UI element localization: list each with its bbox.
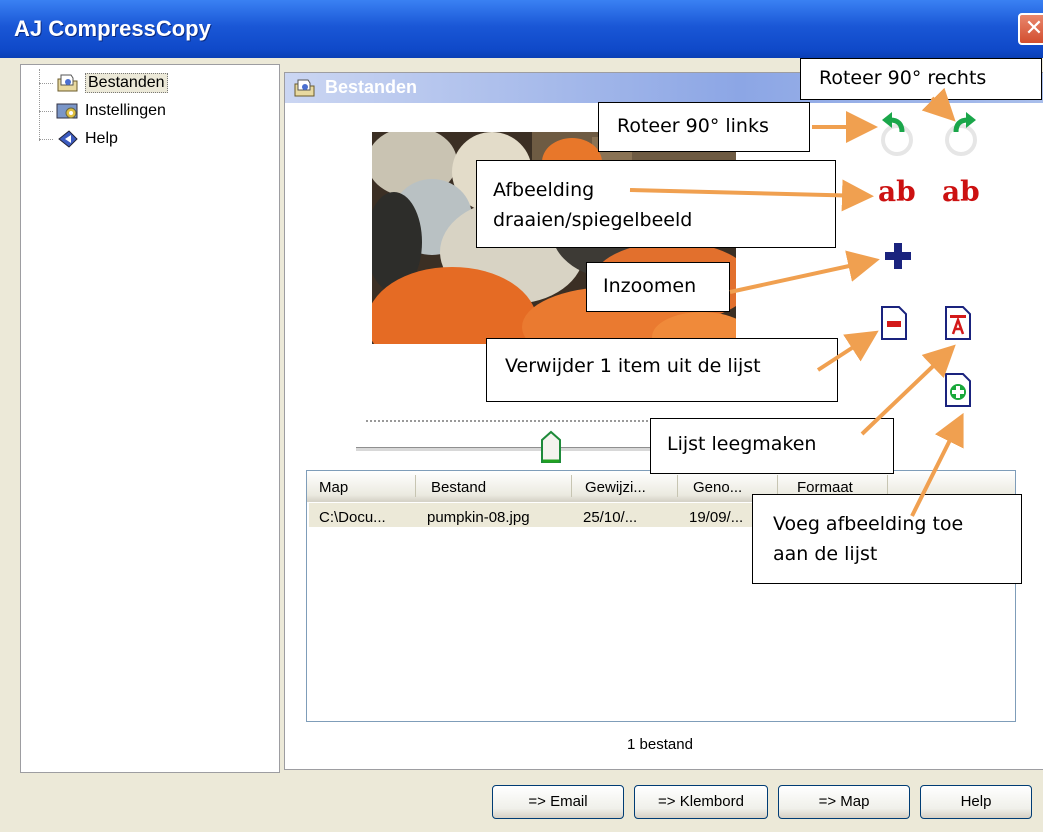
column-gewijzigd[interactable]: Gewijzi...: [585, 479, 646, 496]
callout-text: Lijst leegmaken: [667, 433, 817, 455]
status-text: 1 bestand: [627, 736, 693, 753]
column-divider[interactable]: [571, 475, 572, 497]
tree-item-help[interactable]: Help: [55, 129, 118, 149]
settings-icon: [55, 101, 81, 121]
zoom-slider-thumb[interactable]: [540, 430, 562, 464]
rotate-right-icon[interactable]: [944, 110, 978, 160]
help-icon: [55, 129, 81, 149]
callout-clear: Lijst leegmaken: [650, 418, 894, 474]
files-icon: [55, 73, 81, 93]
clipboard-button[interactable]: => Klembord: [634, 785, 768, 819]
callout-zoom: Inzoomen: [586, 262, 730, 312]
tree-item-instellingen[interactable]: Instellingen: [55, 101, 166, 121]
callout-text: Voeg afbeelding toe: [773, 513, 964, 535]
navigation-tree: Bestanden Instellingen Help: [20, 64, 280, 773]
close-button[interactable]: ✕: [1018, 13, 1043, 45]
tree-connector: [39, 83, 53, 84]
zoom-slider-ticks: [366, 420, 656, 428]
callout-flip: Afbeelding draaien/spiegelbeeld: [476, 160, 836, 248]
tree-connector: [39, 111, 53, 112]
tree-item-label: Instellingen: [85, 102, 166, 119]
tree-item-bestanden[interactable]: Bestanden: [55, 73, 168, 93]
window-title: AJ CompressCopy: [14, 16, 211, 41]
tree-item-label: Bestanden: [85, 73, 168, 93]
callout-add: Voeg afbeelding toe aan de lijst: [752, 494, 1022, 584]
callout-text: Inzoomen: [603, 275, 697, 297]
help-button[interactable]: Help: [920, 785, 1032, 819]
folder-button[interactable]: => Map: [778, 785, 910, 819]
callout-text: Roteer 90° links: [617, 115, 769, 137]
callout-remove: Verwijder 1 item uit de lijst: [486, 338, 838, 402]
rotate-left-icon[interactable]: [880, 110, 914, 160]
cell-gewijzigd: 25/10/...: [583, 509, 638, 526]
column-divider[interactable]: [415, 475, 416, 497]
mirror-icon[interactable]: ab: [942, 175, 980, 208]
callout-text: aan de lijst: [773, 543, 878, 565]
column-genomen[interactable]: Geno...: [693, 479, 742, 496]
files-icon: [293, 78, 317, 98]
callout-rotate-right: Roteer 90° rechts: [800, 58, 1042, 100]
callout-text: Afbeelding: [493, 179, 595, 201]
add-image-icon[interactable]: [944, 372, 972, 412]
tree-connector: [39, 139, 53, 140]
clear-list-icon[interactable]: [944, 305, 972, 345]
tree-item-label: Help: [85, 130, 118, 147]
callout-rotate-left: Roteer 90° links: [598, 102, 810, 152]
callout-text: draaien/spiegelbeeld: [493, 209, 693, 231]
flip-icon[interactable]: ab: [878, 175, 916, 208]
email-button[interactable]: => Email: [492, 785, 624, 819]
callout-text: Verwijder 1 item uit de lijst: [505, 355, 761, 377]
column-bestand[interactable]: Bestand: [431, 479, 486, 496]
column-divider[interactable]: [677, 475, 678, 497]
cell-bestand: pumpkin-08.jpg: [427, 509, 530, 526]
panel-title: Bestanden: [325, 77, 418, 97]
column-map[interactable]: Map: [319, 479, 348, 496]
title-bar: AJ CompressCopy ✕: [0, 0, 1043, 58]
cell-map: C:\Docu...: [319, 509, 386, 526]
zoom-in-icon[interactable]: [882, 240, 914, 276]
zoom-slider-track[interactable]: [356, 447, 656, 452]
cell-genomen: 19/09/...: [689, 509, 744, 526]
callout-text: Roteer 90° rechts: [819, 67, 987, 89]
tree-connector: [39, 69, 40, 141]
remove-item-icon[interactable]: [880, 305, 908, 345]
